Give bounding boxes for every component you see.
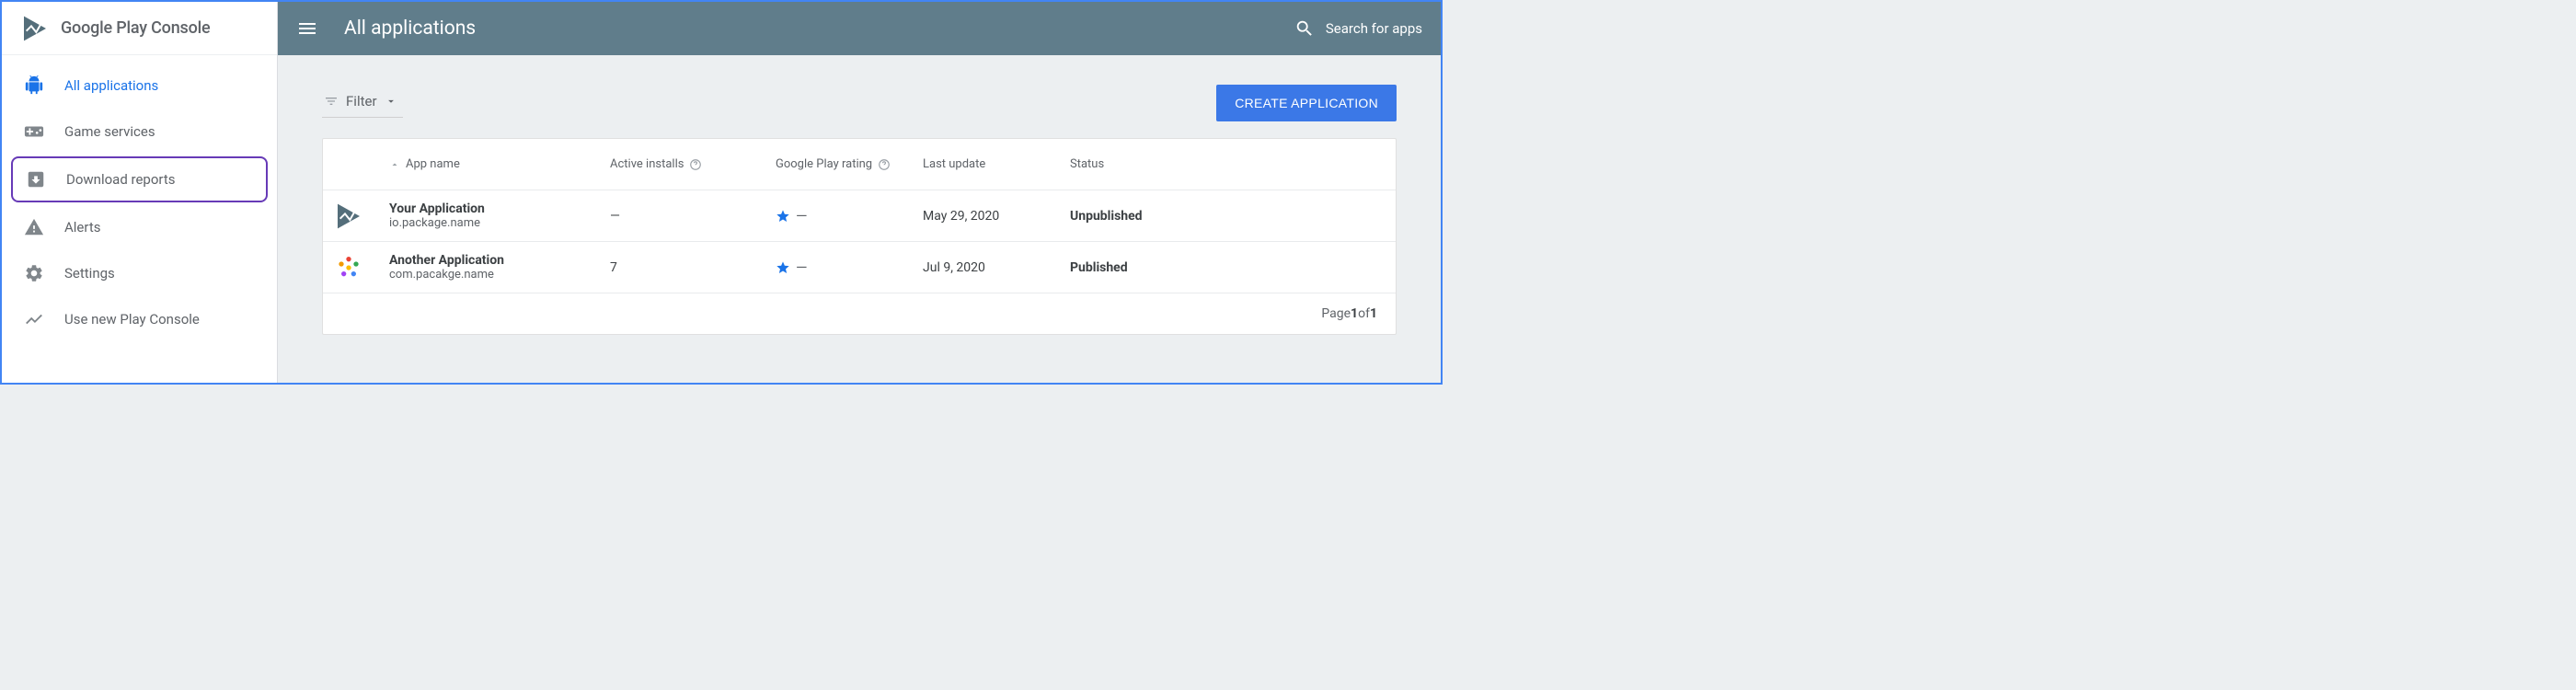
warning-icon	[24, 217, 44, 237]
create-application-button[interactable]: CREATE APPLICATION	[1216, 85, 1397, 121]
sidebar-item-all-applications[interactable]: All applications	[2, 63, 277, 109]
table-header: App name Active installs Google Play rat…	[323, 139, 1396, 190]
sidebar-item-label: Download reports	[66, 171, 175, 188]
cell-rating: —	[776, 207, 923, 224]
download-box-icon	[26, 169, 46, 190]
search-label: Search for apps	[1326, 20, 1422, 37]
sort-asc-icon	[389, 159, 400, 170]
table-row[interactable]: Your Application io.package.name — — May…	[323, 190, 1396, 242]
cell-status: Published	[1070, 260, 1254, 275]
sidebar-item-settings[interactable]: Settings	[2, 250, 277, 296]
filter-dropdown[interactable]: Filter	[322, 89, 403, 118]
sidebar-nav: All applications Game services Download …	[2, 55, 277, 350]
page-title: All applications	[344, 17, 1269, 40]
applications-table: App name Active installs Google Play rat…	[322, 138, 1397, 335]
column-active-installs[interactable]: Active installs	[610, 157, 776, 171]
app-icon	[334, 201, 363, 231]
search-icon	[1294, 18, 1315, 39]
search-area[interactable]: Search for apps	[1294, 18, 1422, 39]
chevron-down-icon	[385, 95, 397, 108]
sidebar-item-alerts[interactable]: Alerts	[2, 204, 277, 250]
sidebar-item-label: Game services	[64, 123, 155, 140]
help-icon	[689, 158, 702, 171]
sidebar-item-label: Settings	[64, 265, 115, 282]
app-name: Your Application	[389, 201, 610, 216]
gear-icon	[24, 263, 44, 283]
sidebar-item-download-reports[interactable]: Download reports	[11, 156, 268, 202]
app-icon	[334, 253, 363, 282]
gamepad-icon	[24, 121, 44, 142]
table-pager: Page 1 of 1	[323, 293, 1396, 334]
sidebar-item-game-services[interactable]: Game services	[2, 109, 277, 155]
cell-active-installs: 7	[610, 260, 776, 275]
app-package: io.package.name	[389, 216, 610, 230]
filter-icon	[324, 94, 339, 109]
column-status[interactable]: Status	[1070, 157, 1254, 171]
column-last-update[interactable]: Last update	[923, 157, 1070, 171]
column-app-name[interactable]: App name	[389, 157, 610, 171]
hamburger-icon[interactable]	[296, 17, 318, 40]
filter-label: Filter	[346, 93, 377, 109]
app-package: com.pacakge.name	[389, 268, 610, 282]
play-console-logo-icon	[20, 14, 50, 43]
cell-last-update: May 29, 2020	[923, 209, 1070, 224]
sidebar-item-label: Use new Play Console	[64, 311, 200, 328]
help-icon	[878, 158, 891, 171]
content: Filter CREATE APPLICATION App name Activ…	[278, 55, 1441, 335]
cell-rating: —	[776, 259, 923, 276]
table-row[interactable]: Another Application com.pacakge.name 7 —…	[323, 242, 1396, 293]
toolbar: Filter CREATE APPLICATION	[322, 85, 1397, 121]
sidebar: Google Play Console All applications Gam…	[2, 2, 278, 383]
brand-logo-area: Google Play Console	[2, 2, 277, 55]
topbar: All applications Search for apps	[278, 2, 1441, 55]
brand-name: Google Play Console	[61, 18, 210, 38]
cell-last-update: Jul 9, 2020	[923, 260, 1070, 275]
star-icon	[776, 260, 790, 275]
app-name: Another Application	[389, 253, 610, 268]
cell-status: Unpublished	[1070, 209, 1254, 224]
sidebar-item-new-console[interactable]: Use new Play Console	[2, 296, 277, 342]
main-area: All applications Search for apps Filter …	[278, 2, 1441, 383]
sidebar-item-label: All applications	[64, 77, 158, 94]
cell-active-installs: —	[610, 209, 776, 224]
chart-line-icon	[24, 309, 44, 329]
sidebar-item-label: Alerts	[64, 219, 101, 236]
android-icon	[24, 75, 44, 96]
column-rating[interactable]: Google Play rating	[776, 157, 923, 171]
star-icon	[776, 209, 790, 224]
